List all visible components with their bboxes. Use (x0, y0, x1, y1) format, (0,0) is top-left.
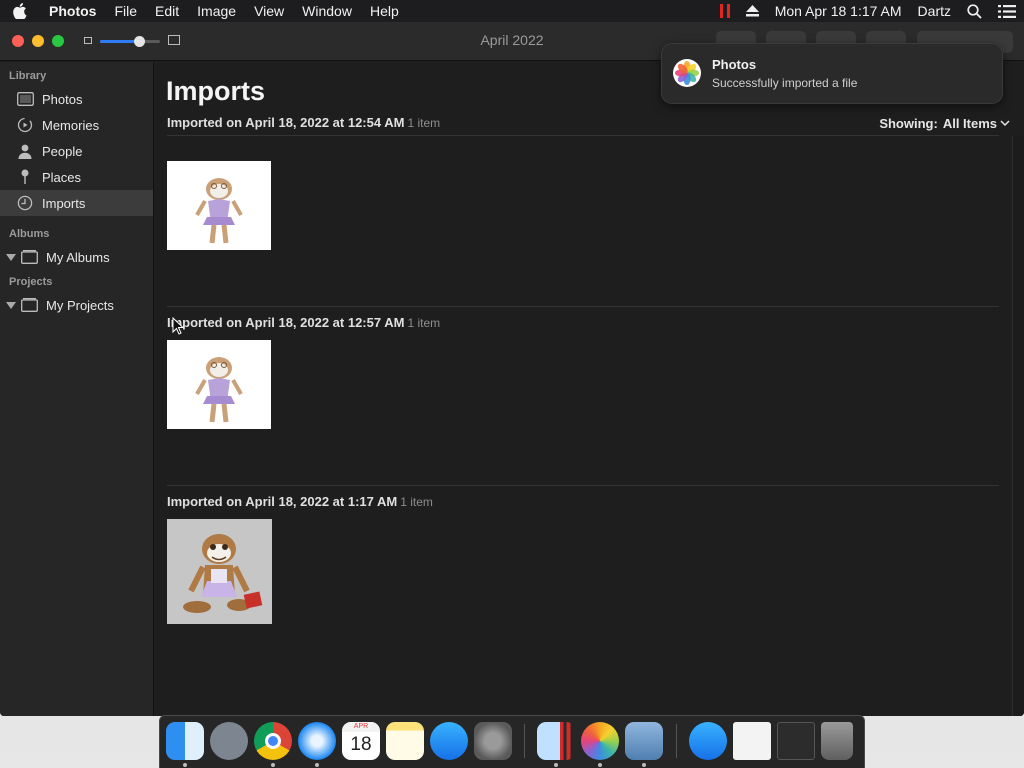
downloads-icon[interactable] (689, 722, 727, 760)
menu-app-photos[interactable]: Photos (40, 3, 105, 19)
notification-title: Photos (712, 57, 757, 72)
finder-icon[interactable] (166, 722, 204, 760)
trash-icon[interactable] (821, 722, 853, 760)
import-count: 1 item (407, 316, 441, 330)
sidebar-item-imports[interactable]: Imports (0, 190, 153, 216)
sidebar: Library Photos Memories People Places Im… (0, 62, 154, 716)
parallels-status-icon[interactable] (719, 4, 730, 18)
menu-edit[interactable]: Edit (146, 3, 188, 19)
photo-thumbnail[interactable] (167, 161, 271, 250)
menu-help[interactable]: Help (361, 3, 408, 19)
main-content: Imports Showing: All Items Imported on A… (155, 62, 1024, 716)
launchpad-icon[interactable] (210, 722, 248, 760)
control-center-icon[interactable] (998, 4, 1016, 18)
import-count: 1 item (407, 116, 441, 130)
sidebar-item-label: My Albums (46, 249, 110, 265)
notes-icon[interactable] (386, 722, 424, 760)
image-file-icon[interactable] (733, 722, 771, 760)
sidebar-item-label: Places (42, 169, 82, 185)
parallels-icon[interactable] (537, 722, 575, 760)
apple-menu-icon[interactable] (0, 3, 40, 19)
spotlight-search-icon[interactable] (967, 3, 982, 19)
plush-toy-image (195, 357, 243, 423)
import-date: Imported on April 18, 2022 at 1:17 AM (167, 494, 398, 509)
sidebar-section-projects: Projects (9, 276, 53, 288)
sidebar-item-memories[interactable]: Memories (0, 112, 153, 138)
plush-toy-image (167, 519, 272, 624)
import-group-header: Imported on April 18, 2022 at 12:54 AM 1 … (167, 115, 440, 130)
preview-icon[interactable] (625, 722, 663, 760)
showing-label: Showing: (879, 116, 938, 131)
import-count: 1 item (400, 495, 433, 509)
sidebar-section-albums: Albums (9, 228, 50, 240)
disclosure-triangle-icon[interactable] (6, 301, 16, 309)
folder-icon (20, 249, 38, 265)
import-group-header: Imported on April 18, 2022 at 1:17 AM 1 i… (167, 494, 433, 509)
system-preferences-icon[interactable] (474, 722, 512, 760)
photos-app-icon (673, 59, 701, 87)
chrome-icon[interactable] (254, 722, 292, 760)
scrollbar[interactable] (1012, 136, 1024, 716)
sidebar-item-label: Memories (42, 117, 100, 133)
photos-icon[interactable] (581, 722, 619, 760)
menu-window[interactable]: Window (293, 3, 361, 19)
places-icon (16, 169, 34, 185)
eject-icon[interactable] (745, 5, 759, 17)
sidebar-item-my-albums[interactable]: My Albums (0, 244, 153, 270)
sidebar-section-library: Library (9, 70, 47, 82)
notification-banner[interactable]: Photos Successfully imported a file (661, 43, 1003, 104)
calendar-icon[interactable]: APR 18 (342, 722, 380, 760)
memories-icon (16, 117, 34, 133)
import-date: Imported on April 18, 2022 at 12:57 AM (167, 315, 405, 330)
menu-view[interactable]: View (245, 3, 293, 19)
sidebar-item-label: My Projects (46, 297, 114, 313)
menubar-clock[interactable]: Mon Apr 18 1:17 AM (775, 3, 902, 19)
sidebar-item-places[interactable]: Places (0, 164, 153, 190)
calendar-day: 18 (350, 734, 372, 755)
safari-icon[interactable] (298, 722, 336, 760)
folder-icon (20, 297, 38, 313)
dock: APR 18 (159, 715, 865, 768)
imports-icon (16, 195, 34, 211)
menu-file[interactable]: File (105, 3, 146, 19)
showing-value: All Items (942, 116, 997, 131)
menu-image[interactable]: Image (188, 3, 245, 19)
plush-toy-image (195, 178, 243, 244)
people-icon (16, 143, 34, 159)
sidebar-item-my-projects[interactable]: My Projects (0, 292, 153, 318)
sidebar-item-label: Photos (42, 91, 83, 107)
photo-thumbnail[interactable] (167, 519, 272, 624)
page-title: Imports (166, 76, 266, 106)
photo-thumbnail[interactable] (167, 340, 271, 429)
photos-window: April 2022 Library Photos Memories Peopl… (0, 22, 1024, 716)
calendar-month: APR (342, 722, 380, 732)
sidebar-item-label: Imports (42, 195, 86, 211)
mouse-cursor-icon (172, 317, 184, 335)
menubar-user[interactable]: Dartz (918, 3, 951, 19)
app-store-icon[interactable] (430, 722, 468, 760)
photos-icon (16, 91, 34, 107)
chrome-window-icon[interactable] (777, 722, 815, 760)
import-date: Imported on April 18, 2022 at 12:54 AM (167, 115, 405, 130)
showing-filter-dropdown[interactable]: Showing: All Items (879, 116, 1010, 131)
sidebar-item-photos[interactable]: Photos (0, 86, 153, 112)
menu-bar: Photos File Edit Image View Window Help … (0, 0, 1024, 22)
sidebar-item-label: People (42, 143, 83, 159)
import-group-header: Imported on April 18, 2022 at 12:57 AM 1 … (167, 315, 440, 330)
notification-message: Successfully imported a file (712, 76, 858, 90)
sidebar-item-people[interactable]: People (0, 138, 153, 164)
chevron-down-icon (1000, 120, 1010, 127)
disclosure-triangle-icon[interactable] (6, 253, 16, 261)
